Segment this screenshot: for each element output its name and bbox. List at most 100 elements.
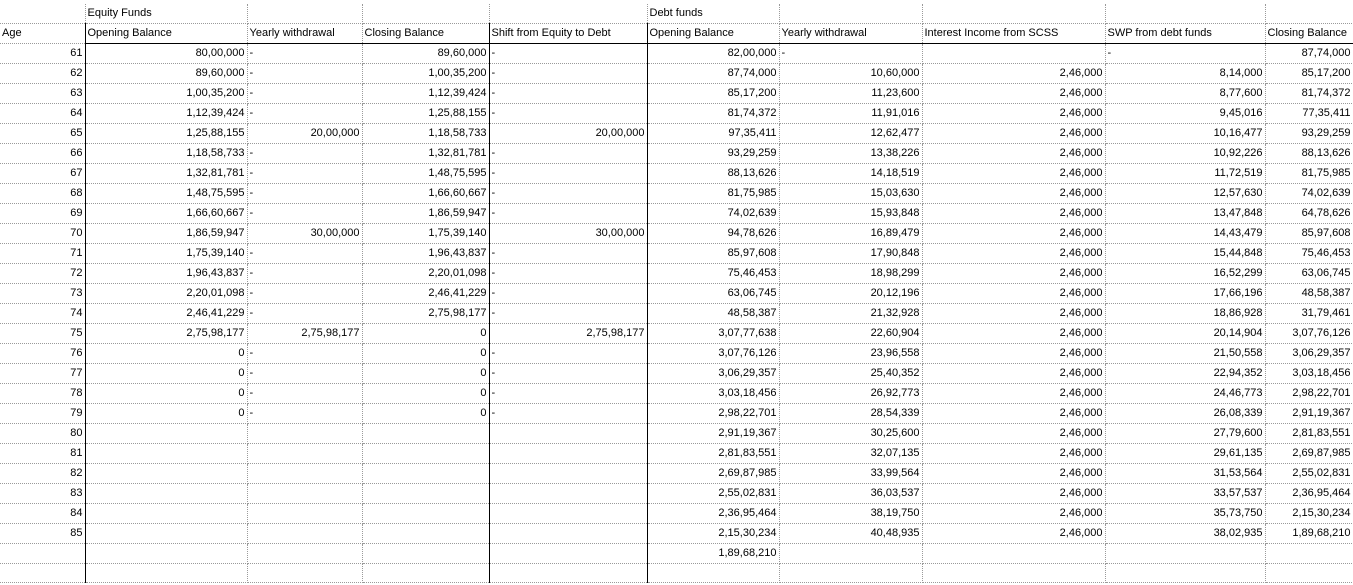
cell-equity-opening[interactable]: 89,60,000 xyxy=(84,63,248,84)
cell-equity-closing[interactable]: 1,75,39,140 xyxy=(362,223,490,244)
cell-shift[interactable]: - xyxy=(489,183,648,204)
col-header-debt-opening[interactable]: Opening Balance xyxy=(646,23,780,44)
cell-debt-opening[interactable]: 93,29,259 xyxy=(646,143,780,164)
cell-swp[interactable]: 10,92,226 xyxy=(1105,143,1266,164)
cell-equity-opening[interactable]: 1,18,58,733 xyxy=(84,143,248,164)
cell-swp[interactable]: 35,73,750 xyxy=(1105,503,1266,524)
cell-swp[interactable]: - xyxy=(1105,43,1266,64)
cell-debt-opening[interactable]: 2,36,95,464 xyxy=(646,503,780,524)
cell-debt-withdrawal[interactable]: 11,91,016 xyxy=(779,103,923,124)
cell-debt-opening[interactable]: 2,15,30,234 xyxy=(646,523,780,544)
cell-shift[interactable] xyxy=(489,483,648,504)
cell-debt-withdrawal[interactable]: 23,96,558 xyxy=(779,343,923,364)
cell-swp[interactable]: 38,02,935 xyxy=(1105,523,1266,544)
cell-equity-closing[interactable]: 2,20,01,098 xyxy=(362,263,490,284)
cell-age[interactable]: 84 xyxy=(0,503,86,524)
cell-debt-opening[interactable]: 63,06,745 xyxy=(646,283,780,304)
cell-debt-closing[interactable]: 75,46,453 xyxy=(1265,243,1353,264)
col-header-scss-interest[interactable]: Interest Income from SCSS xyxy=(922,23,1106,44)
cell-debt-opening[interactable]: 97,35,411 xyxy=(646,123,780,144)
cell-equity-opening[interactable] xyxy=(84,543,248,564)
cell-equity-withdrawal[interactable]: - xyxy=(247,103,363,124)
cell-debt-withdrawal[interactable] xyxy=(779,543,923,564)
cell-equity-withdrawal[interactable]: 20,00,000 xyxy=(247,123,363,144)
cell-debt-closing[interactable]: 48,58,387 xyxy=(1265,283,1353,304)
cell-debt-closing[interactable]: 2,81,83,551 xyxy=(1265,423,1353,444)
header-cell-empty[interactable] xyxy=(779,4,923,24)
cell-equity-opening[interactable]: 1,32,81,781 xyxy=(84,163,248,184)
cell-scss-interest[interactable]: 2,46,000 xyxy=(922,283,1106,304)
cell-swp[interactable]: 11,72,519 xyxy=(1105,163,1266,184)
cell-swp[interactable]: 13,47,848 xyxy=(1105,203,1266,224)
cell-scss-interest[interactable]: 2,46,000 xyxy=(922,403,1106,424)
cell-debt-withdrawal[interactable]: 38,19,750 xyxy=(779,503,923,524)
cell-debt-withdrawal[interactable]: 14,18,519 xyxy=(779,163,923,184)
cell-age[interactable]: 80 xyxy=(0,423,86,444)
cell-debt-withdrawal[interactable]: 16,89,479 xyxy=(779,223,923,244)
cell-age[interactable]: 69 xyxy=(0,203,86,224)
cell-scss-interest[interactable] xyxy=(922,43,1106,64)
cell-shift[interactable] xyxy=(489,463,648,484)
header-cell-empty[interactable] xyxy=(489,4,648,24)
cell-equity-opening[interactable]: 1,00,35,200 xyxy=(84,83,248,104)
cell-scss-interest[interactable] xyxy=(922,563,1106,583)
cell-shift[interactable] xyxy=(489,443,648,464)
cell-swp[interactable] xyxy=(1105,563,1266,583)
cell-swp[interactable]: 22,94,352 xyxy=(1105,363,1266,384)
cell-equity-withdrawal[interactable]: - xyxy=(247,263,363,284)
cell-debt-closing[interactable]: 2,69,87,985 xyxy=(1265,443,1353,464)
cell-age[interactable]: 75 xyxy=(0,323,86,344)
cell-shift[interactable]: - xyxy=(489,363,648,384)
cell-equity-closing[interactable] xyxy=(362,543,490,564)
cell-age[interactable]: 79 xyxy=(0,403,86,424)
cell-debt-opening[interactable]: 85,97,608 xyxy=(646,243,780,264)
cell-scss-interest[interactable]: 2,46,000 xyxy=(922,483,1106,504)
cell-equity-closing[interactable] xyxy=(362,523,490,544)
cell-debt-withdrawal[interactable]: 11,23,600 xyxy=(779,83,923,104)
cell-debt-withdrawal[interactable] xyxy=(779,563,923,583)
cell-equity-opening[interactable]: 1,25,88,155 xyxy=(84,123,248,144)
header-cell-empty[interactable] xyxy=(362,4,490,24)
cell-equity-opening[interactable] xyxy=(84,443,248,464)
cell-debt-withdrawal[interactable]: 21,32,928 xyxy=(779,303,923,324)
cell-equity-closing[interactable]: 0 xyxy=(362,403,490,424)
cell-scss-interest[interactable]: 2,46,000 xyxy=(922,163,1106,184)
cell-age[interactable]: 65 xyxy=(0,123,86,144)
cell-age[interactable]: 62 xyxy=(0,63,86,84)
cell-equity-closing[interactable]: 0 xyxy=(362,383,490,404)
header-cell-empty[interactable] xyxy=(0,4,86,24)
cell-age[interactable]: 73 xyxy=(0,283,86,304)
cell-equity-opening[interactable]: 2,75,98,177 xyxy=(84,323,248,344)
cell-equity-closing[interactable]: 1,96,43,837 xyxy=(362,243,490,264)
cell-shift[interactable]: - xyxy=(489,203,648,224)
cell-shift[interactable]: - xyxy=(489,403,648,424)
cell-scss-interest[interactable]: 2,46,000 xyxy=(922,63,1106,84)
cell-swp[interactable]: 29,61,135 xyxy=(1105,443,1266,464)
cell-equity-opening[interactable]: 1,66,60,667 xyxy=(84,203,248,224)
cell-debt-opening[interactable]: 87,74,000 xyxy=(646,63,780,84)
cell-debt-withdrawal[interactable]: 12,62,477 xyxy=(779,123,923,144)
cell-equity-withdrawal[interactable] xyxy=(247,563,363,583)
cell-scss-interest[interactable]: 2,46,000 xyxy=(922,223,1106,244)
cell-debt-opening[interactable]: 3,07,76,126 xyxy=(646,343,780,364)
cell-equity-withdrawal[interactable]: - xyxy=(247,143,363,164)
cell-debt-closing[interactable] xyxy=(1265,563,1353,583)
cell-equity-opening[interactable] xyxy=(84,503,248,524)
cell-debt-opening[interactable]: 85,17,200 xyxy=(646,83,780,104)
cell-debt-closing[interactable]: 74,02,639 xyxy=(1265,183,1353,204)
cell-equity-opening[interactable]: 0 xyxy=(84,343,248,364)
cell-age[interactable]: 78 xyxy=(0,383,86,404)
col-header-equity-opening[interactable]: Opening Balance xyxy=(84,23,248,44)
cell-equity-closing[interactable]: 0 xyxy=(362,343,490,364)
header-cell-empty[interactable] xyxy=(1265,4,1353,24)
cell-equity-withdrawal[interactable]: - xyxy=(247,303,363,324)
cell-age[interactable]: 76 xyxy=(0,343,86,364)
cell-shift[interactable] xyxy=(489,503,648,524)
cell-debt-withdrawal[interactable]: 15,03,630 xyxy=(779,183,923,204)
cell-equity-closing[interactable]: 1,25,88,155 xyxy=(362,103,490,124)
cell-debt-withdrawal[interactable]: 32,07,135 xyxy=(779,443,923,464)
cell-debt-opening[interactable]: 2,98,22,701 xyxy=(646,403,780,424)
cell-debt-opening[interactable]: 74,02,639 xyxy=(646,203,780,224)
cell-shift[interactable]: 30,00,000 xyxy=(489,223,648,244)
cell-debt-withdrawal[interactable]: 20,12,196 xyxy=(779,283,923,304)
